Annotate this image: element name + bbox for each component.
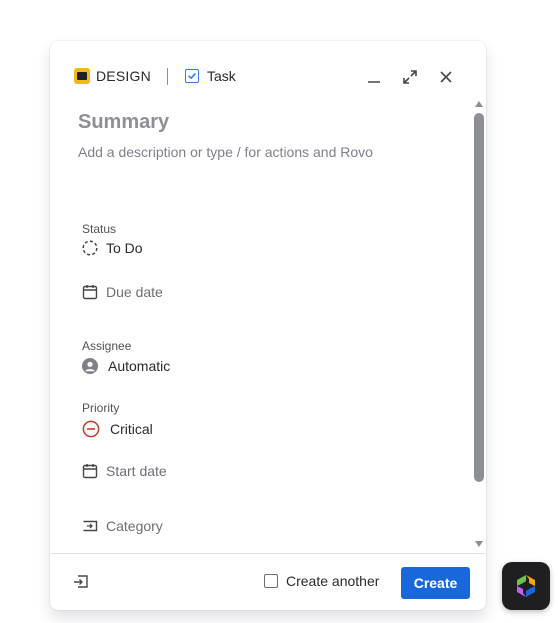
dialog-footer: Create another Create [50,553,486,610]
expand-button[interactable] [398,65,422,89]
dialog-scrollbar[interactable] [472,101,486,553]
category-value: Category [106,518,163,534]
project-avatar-icon [74,68,90,84]
priority-field: Priority Critical [82,401,153,438]
status-selector[interactable]: To Do [82,240,143,256]
minimize-button[interactable] [362,65,386,89]
status-label: Status [82,222,117,236]
category-field[interactable]: Category [82,518,163,534]
assignee-label: Assignee [82,339,132,353]
scroll-down-arrow-icon[interactable] [475,541,483,547]
due-date-picker[interactable]: Due date [82,284,163,300]
create-another-checkbox[interactable] [264,574,278,588]
category-selector[interactable]: Category [82,518,163,534]
issue-type-selector[interactable]: Task [185,68,236,84]
header-divider [167,68,168,85]
scroll-up-arrow-icon[interactable] [475,101,483,107]
create-issue-dialog: DESIGN Task Summary Add a description or… [50,41,486,610]
priority-value: Critical [110,421,153,437]
import-icon [74,575,88,588]
summary-input[interactable]: Summary [78,111,169,134]
create-button[interactable]: Create [401,567,470,599]
import-button[interactable] [72,573,90,591]
status-field: Status To Do [82,222,143,256]
category-icon [82,518,98,534]
project-name: DESIGN [96,68,151,84]
close-button[interactable] [434,65,458,89]
avatar-icon [82,358,98,374]
assignee-value: Automatic [108,358,171,374]
rovo-icon [517,575,535,597]
priority-label: Priority [82,401,120,415]
priority-critical-icon [82,420,100,438]
minimize-icon [368,81,380,83]
scroll-thumb[interactable] [474,113,484,482]
status-value: To Do [106,240,143,256]
issue-type-label: Task [207,68,236,84]
due-date-field[interactable]: Due date [82,284,163,300]
calendar-icon [82,284,98,300]
start-date-picker[interactable]: Start date [82,463,167,479]
status-todo-icon [82,240,98,256]
dialog-body: Summary Add a description or type / for … [50,101,472,553]
due-date-value: Due date [106,284,163,300]
expand-icon [403,70,417,84]
start-date-value: Start date [106,463,167,479]
assignee-field: Assignee Automatic [82,339,170,374]
rovo-button[interactable] [502,562,550,610]
close-icon [440,71,452,83]
create-another-label: Create another [286,573,380,589]
start-date-field[interactable]: Start date [82,463,167,479]
task-checkbox-icon [185,69,199,83]
assignee-selector[interactable]: Automatic [82,358,170,374]
priority-selector[interactable]: Critical [82,420,153,438]
description-editor[interactable]: Add a description or type / for actions … [78,144,373,160]
calendar-icon [82,463,98,479]
create-another-toggle[interactable]: Create another [264,573,379,589]
project-selector[interactable]: DESIGN [74,68,151,84]
